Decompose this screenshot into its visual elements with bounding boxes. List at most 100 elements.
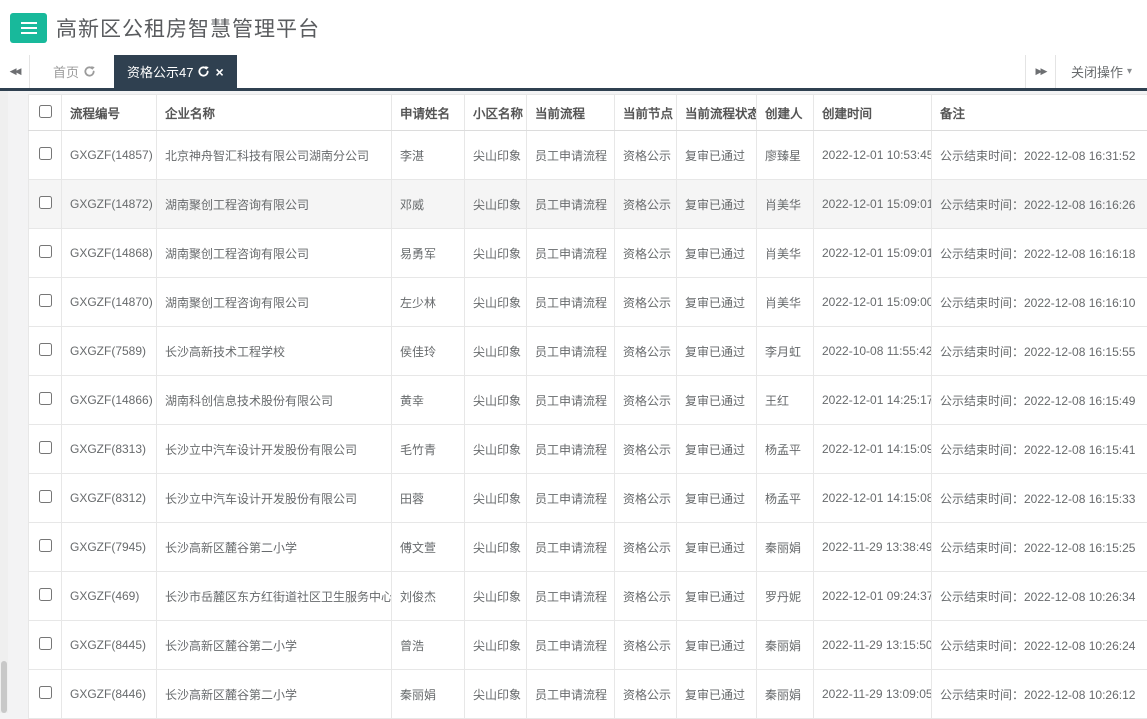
double-right-arrow-icon: ▶▶	[1036, 66, 1046, 77]
cell-community: 尖山印象	[465, 376, 527, 425]
table-row[interactable]: GXGZF(14868)湖南聚创工程咨询有限公司易勇军尖山印象员工申请流程资格公…	[29, 229, 1147, 278]
cell-community: 尖山印象	[465, 131, 527, 180]
cell-created-at: 2022-11-29 13:38:49	[814, 523, 932, 572]
cell-process-no: GXGZF(14866)	[62, 376, 157, 425]
cell-created-at: 2022-11-29 13:15:50	[814, 621, 932, 670]
row-checkbox-cell	[29, 278, 62, 327]
close-operations-dropdown[interactable]: 关闭操作 ▾	[1055, 55, 1147, 88]
column-header: 创建时间	[814, 95, 932, 131]
table-row[interactable]: GXGZF(14870)湖南聚创工程咨询有限公司左少林尖山印象员工申请流程资格公…	[29, 278, 1147, 327]
table-row[interactable]: GXGZF(8446)长沙高新区麓谷第二小学秦丽娟尖山印象员工申请流程资格公示复…	[29, 670, 1147, 719]
cell-community: 尖山印象	[465, 425, 527, 474]
table-row[interactable]: GXGZF(469)长沙市岳麓区东方红街道社区卫生服务中心刘俊杰尖山印象员工申请…	[29, 572, 1147, 621]
row-checkbox[interactable]	[39, 539, 52, 552]
row-checkbox[interactable]	[39, 245, 52, 258]
row-checkbox[interactable]	[39, 147, 52, 160]
column-header: 流程编号	[62, 95, 157, 131]
cell-remark: 公示结束时间：2022-12-08 16:15:55	[932, 327, 1147, 376]
tab-qualification-label: 资格公示47	[127, 62, 193, 81]
app-header: 高新区公租房智慧管理平台	[0, 0, 1147, 55]
cell-applicant: 田蓉	[392, 474, 465, 523]
row-checkbox-cell	[29, 670, 62, 719]
table-row[interactable]: GXGZF(7589)长沙高新技术工程学校侯佳玲尖山印象员工申请流程资格公示复审…	[29, 327, 1147, 376]
cell-remark: 公示结束时间：2022-12-08 10:26:12	[932, 670, 1147, 719]
cell-created-at: 2022-12-01 15:09:01	[814, 180, 932, 229]
cell-company: 湖南科创信息技术股份有限公司	[157, 376, 392, 425]
table-row[interactable]: GXGZF(8312)长沙立中汽车设计开发股份有限公司田蓉尖山印象员工申请流程资…	[29, 474, 1147, 523]
row-checkbox[interactable]	[39, 196, 52, 209]
column-header: 小区名称	[465, 95, 527, 131]
row-checkbox[interactable]	[39, 392, 52, 405]
cell-node: 资格公示	[615, 572, 677, 621]
table-row[interactable]: GXGZF(8313)长沙立中汽车设计开发股份有限公司毛竹青尖山印象员工申请流程…	[29, 425, 1147, 474]
cell-community: 尖山印象	[465, 229, 527, 278]
scroll-tabs-left-button[interactable]: ◀◀	[0, 55, 30, 88]
cell-creator: 肖美华	[757, 278, 814, 327]
refresh-icon[interactable]	[198, 66, 209, 77]
cell-created-at: 2022-12-01 14:15:08	[814, 474, 932, 523]
cell-applicant: 左少林	[392, 278, 465, 327]
cell-flow: 员工申请流程	[527, 621, 615, 670]
row-checkbox-cell	[29, 621, 62, 670]
column-header: 申请姓名	[392, 95, 465, 131]
refresh-icon[interactable]	[84, 66, 95, 77]
cell-remark: 公示结束时间：2022-12-08 16:16:26	[932, 180, 1147, 229]
close-tab-icon[interactable]: ×	[215, 65, 223, 79]
cell-status: 复审已通过	[677, 425, 757, 474]
cell-company: 长沙高新区麓谷第二小学	[157, 621, 392, 670]
cell-flow: 员工申请流程	[527, 327, 615, 376]
scroll-tabs-right-button[interactable]: ▶▶	[1025, 55, 1055, 88]
cell-remark: 公示结束时间：2022-12-08 16:16:18	[932, 229, 1147, 278]
menu-toggle-button[interactable]	[10, 13, 47, 43]
cell-community: 尖山印象	[465, 572, 527, 621]
cell-status: 复审已通过	[677, 278, 757, 327]
cell-process-no: GXGZF(14870)	[62, 278, 157, 327]
table-row[interactable]: GXGZF(14857)北京神舟智汇科技有限公司湖南分公司李湛尖山印象员工申请流…	[29, 131, 1147, 180]
cell-applicant: 毛竹青	[392, 425, 465, 474]
cell-created-at: 2022-12-01 15:09:01	[814, 229, 932, 278]
tab-home[interactable]: 首页	[40, 55, 108, 88]
cell-flow: 员工申请流程	[527, 229, 615, 278]
cell-community: 尖山印象	[465, 180, 527, 229]
row-checkbox[interactable]	[39, 686, 52, 699]
table-row[interactable]: GXGZF(7945)长沙高新区麓谷第二小学傅文萱尖山印象员工申请流程资格公示复…	[29, 523, 1147, 572]
cell-applicant: 邓威	[392, 180, 465, 229]
cell-node: 资格公示	[615, 621, 677, 670]
caret-down-icon: ▾	[1127, 66, 1132, 77]
row-checkbox[interactable]	[39, 343, 52, 356]
cell-creator: 李月虹	[757, 327, 814, 376]
select-all-checkbox[interactable]	[39, 105, 52, 118]
scrollbar-thumb[interactable]	[1, 661, 7, 713]
cell-status: 复审已通过	[677, 621, 757, 670]
cell-created-at: 2022-11-29 13:09:05	[814, 670, 932, 719]
row-checkbox[interactable]	[39, 294, 52, 307]
column-header: 当前流程	[527, 95, 615, 131]
cell-creator: 肖美华	[757, 229, 814, 278]
cell-process-no: GXGZF(14872)	[62, 180, 157, 229]
select-all-cell	[29, 95, 62, 131]
cell-flow: 员工申请流程	[527, 180, 615, 229]
table-row[interactable]: GXGZF(8445)长沙高新区麓谷第二小学曾浩尖山印象员工申请流程资格公示复审…	[29, 621, 1147, 670]
cell-creator: 秦丽娟	[757, 523, 814, 572]
row-checkbox[interactable]	[39, 588, 52, 601]
row-checkbox-cell	[29, 376, 62, 425]
row-checkbox[interactable]	[39, 637, 52, 650]
column-header: 创建人	[757, 95, 814, 131]
cell-remark: 公示结束时间：2022-12-08 16:15:25	[932, 523, 1147, 572]
table-row[interactable]: GXGZF(14866)湖南科创信息技术股份有限公司黄幸尖山印象员工申请流程资格…	[29, 376, 1147, 425]
table-row[interactable]: GXGZF(14872)湖南聚创工程咨询有限公司邓威尖山印象员工申请流程资格公示…	[29, 180, 1147, 229]
cell-company: 湖南聚创工程咨询有限公司	[157, 229, 392, 278]
left-scrollbar[interactable]	[0, 91, 8, 713]
close-operations-label: 关闭操作	[1071, 62, 1123, 81]
cell-company: 北京神舟智汇科技有限公司湖南分公司	[157, 131, 392, 180]
cell-node: 资格公示	[615, 474, 677, 523]
tab-bar: ◀◀ 首页 资格公示47 × ▶▶ 关闭操作 ▾	[0, 55, 1147, 91]
cell-company: 湖南聚创工程咨询有限公司	[157, 180, 392, 229]
cell-flow: 员工申请流程	[527, 474, 615, 523]
cell-node: 资格公示	[615, 131, 677, 180]
row-checkbox[interactable]	[39, 441, 52, 454]
row-checkbox[interactable]	[39, 490, 52, 503]
cell-creator: 王红	[757, 376, 814, 425]
tab-qualification-publicity[interactable]: 资格公示47 ×	[114, 55, 237, 88]
table-body: GXGZF(14857)北京神舟智汇科技有限公司湖南分公司李湛尖山印象员工申请流…	[29, 131, 1147, 719]
